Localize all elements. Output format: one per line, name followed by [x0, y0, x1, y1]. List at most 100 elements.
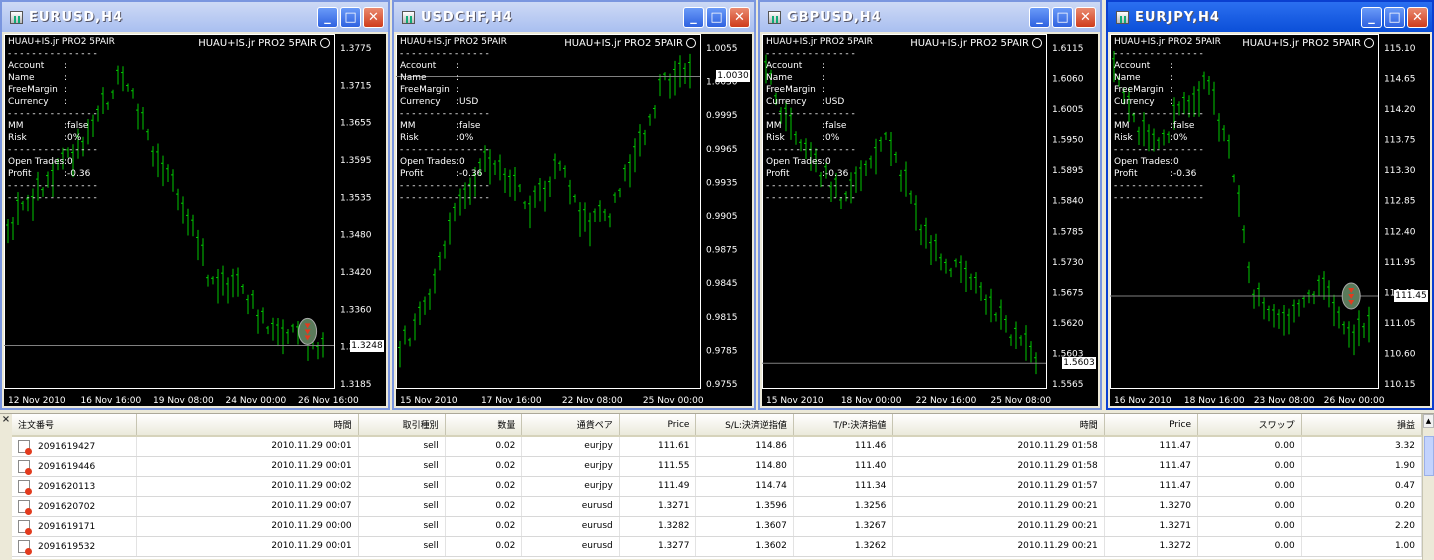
- orders-table: 注文番号 時間 取引種別 数量 通貨ペア Price S/L:決済逆指値 T/P:決済指値 時間…: [12, 414, 1423, 557]
- column-header[interactable]: 時間: [136, 414, 359, 437]
- table-cell: 1.3267: [793, 516, 894, 537]
- column-header[interactable]: 注文番号: [12, 414, 137, 437]
- minimize-icon[interactable]: _: [1029, 7, 1050, 28]
- table-row[interactable]: 2091620113 2010.11.29 00:02 sell 0.02 eurjpy…: [12, 476, 1423, 497]
- table-cell: 2091619427: [12, 436, 137, 457]
- close-icon[interactable]: ✕: [729, 7, 750, 28]
- date-tick-label: 16 Nov 16:00: [81, 396, 142, 406]
- table-row[interactable]: 2091619532 2010.11.29 00:01 sell 0.02 eurusd…: [12, 536, 1423, 557]
- column-header[interactable]: 数量: [445, 414, 523, 437]
- price-chart[interactable]: 1.3775 1.3715 1.3655 1.3595 1.3535 1.3480 1.34…: [4, 34, 386, 406]
- table-row[interactable]: 2091620702 2010.11.29 00:07 sell 0.02 eurusd…: [12, 496, 1423, 517]
- info-sep: :: [822, 73, 826, 83]
- price-chart[interactable]: 1.6115 1.6060 1.6005 1.5950 1.5895 1.5840 1.57…: [762, 34, 1098, 406]
- info-key: Account: [8, 61, 45, 71]
- expert-advisor-label[interactable]: HUAU+IS.jr PRO2 5PAIR: [564, 38, 696, 49]
- vertical-scrollbar[interactable]: ▲: [1422, 414, 1434, 560]
- table-cell: 1.3271: [619, 496, 697, 517]
- scroll-thumb[interactable]: [1424, 436, 1434, 476]
- column-header[interactable]: Price: [619, 414, 697, 437]
- window-titlebar[interactable]: EURJPY,H4 _ □ ✕: [1108, 2, 1432, 32]
- chart-window-eurjpy[interactable]: EURJPY,H4 _ □ ✕ 115.10 114.65 114.20 113.75 113.…: [1106, 0, 1434, 410]
- table-cell: 2091619171: [12, 516, 137, 537]
- price-tick-label: 0.9845: [706, 279, 738, 289]
- terminal-close-icon[interactable]: ×: [0, 414, 12, 560]
- table-cell: 2091619532: [12, 536, 137, 557]
- info-key: FreeMargin: [766, 85, 816, 95]
- close-icon[interactable]: ✕: [1407, 7, 1428, 28]
- price-tick-label: 1.5785: [1052, 227, 1084, 237]
- maximize-icon[interactable]: □: [340, 7, 361, 28]
- info-currency: Currency:: [8, 96, 115, 108]
- maximize-icon[interactable]: □: [1052, 7, 1073, 28]
- close-icon[interactable]: ✕: [1075, 7, 1096, 28]
- table-cell: 0.02: [445, 476, 523, 497]
- minimize-icon[interactable]: _: [683, 7, 704, 28]
- price-tick-label: 114.20: [1384, 105, 1416, 115]
- column-header[interactable]: S/L:決済逆指値: [695, 414, 794, 437]
- table-cell: eurusd: [521, 496, 620, 517]
- info-sep: :: [822, 61, 826, 71]
- price-tick-label: 113.30: [1384, 166, 1416, 176]
- info-value: false: [459, 121, 481, 131]
- table-cell: 111.47: [1104, 476, 1199, 497]
- current-price-label: 1.3248: [350, 339, 384, 352]
- minimize-icon[interactable]: _: [1361, 7, 1382, 28]
- column-header[interactable]: 損益: [1301, 414, 1423, 437]
- maximize-icon[interactable]: □: [1384, 7, 1405, 28]
- panel-separator: - - - - - - - - - - - - - - -: [1114, 49, 1203, 59]
- chart-window-gbpusd[interactable]: GBPUSD,H4 _ □ ✕ 1.6115 1.6060 1.6005 1.5950 1.58…: [758, 0, 1102, 410]
- minimize-icon[interactable]: _: [317, 7, 338, 28]
- chart-window-usdchf[interactable]: USDCHF,H4 _ □ ✕ 1.0055 1.0030 0.9995 0.9965 0.99…: [392, 0, 756, 410]
- column-header[interactable]: スワップ: [1197, 414, 1302, 437]
- info-key: Risk: [8, 133, 27, 143]
- info-sep: :: [64, 97, 68, 107]
- info-value: -0.36: [825, 169, 849, 179]
- info-currency: Currency:: [1114, 96, 1221, 108]
- column-header[interactable]: 時間: [892, 414, 1105, 437]
- table-cell: 1.3596: [695, 496, 794, 517]
- expert-advisor-label[interactable]: HUAU+IS.jr PRO2 5PAIR: [910, 38, 1042, 49]
- panel-separator: - - - - - - - - - - - - - - -: [8, 109, 97, 119]
- column-header[interactable]: T/P:決済指値: [793, 414, 894, 437]
- price-tick-label: 1.3775: [340, 44, 372, 54]
- scroll-up-icon[interactable]: ▲: [1423, 414, 1434, 428]
- table-row[interactable]: 2091619427 2010.11.29 00:01 sell 0.02 eurjpy…: [12, 436, 1423, 457]
- column-header[interactable]: Price: [1104, 414, 1199, 437]
- window-titlebar[interactable]: GBPUSD,H4 _ □ ✕: [760, 2, 1100, 32]
- info-key: Name: [1114, 73, 1141, 83]
- ticket-number: 2091620702: [38, 501, 96, 512]
- table-cell: 2091620113: [12, 476, 137, 497]
- info-key: MM: [400, 121, 416, 131]
- price-chart[interactable]: 115.10 114.65 114.20 113.75 113.30 112.85 112.…: [1110, 34, 1430, 406]
- info-sep: :: [64, 73, 68, 83]
- date-tick-label: 25 Nov 08:00: [990, 396, 1051, 406]
- price-chart[interactable]: 1.0055 1.0030 0.9995 0.9965 0.9935 0.9905 0.98…: [396, 34, 752, 406]
- chart-window-eurusd[interactable]: EURUSD,H4 _ □ ✕ 1.3775 1.3715 1.3655 1.3595 1.35…: [0, 0, 390, 410]
- price-tick-label: 112.40: [1384, 227, 1416, 237]
- price-tick-label: 0.9785: [706, 346, 738, 356]
- window-titlebar[interactable]: EURUSD,H4 _ □ ✕: [2, 2, 388, 32]
- order-ticket-icon: [18, 539, 32, 555]
- table-cell: 111.40: [793, 456, 894, 477]
- column-header[interactable]: 通貨ペア: [521, 414, 620, 437]
- table-cell: 1.00: [1301, 536, 1423, 557]
- close-icon[interactable]: ✕: [363, 7, 384, 28]
- column-header[interactable]: 取引種別: [358, 414, 446, 437]
- price-tick-label: 111.05: [1384, 319, 1416, 329]
- price-tick-label: 1.5730: [1052, 258, 1084, 268]
- table-cell: 0.00: [1197, 436, 1302, 457]
- table-row[interactable]: 2091619446 2010.11.29 00:01 sell 0.02 eurjpy…: [12, 456, 1423, 477]
- expert-advisor-label[interactable]: HUAU+IS.jr PRO2 5PAIR: [1242, 38, 1374, 49]
- info-profit: Profit: -0.36: [400, 168, 507, 180]
- table-cell: 2010.11.29 00:01: [136, 456, 359, 477]
- table-cell: 1.90: [1301, 456, 1423, 477]
- info-name: Name:: [8, 72, 115, 84]
- table-cell: 0.20: [1301, 496, 1423, 517]
- expert-advisor-label[interactable]: HUAU+IS.jr PRO2 5PAIR: [198, 38, 330, 49]
- table-row[interactable]: 2091619171 2010.11.29 00:00 sell 0.02 eurusd…: [12, 516, 1423, 537]
- expert-name: HUAU+IS.jr PRO2 5PAIR: [198, 38, 317, 49]
- price-tick-label: 115.10: [1384, 44, 1416, 54]
- window-titlebar[interactable]: USDCHF,H4 _ □ ✕: [394, 2, 754, 32]
- maximize-icon[interactable]: □: [706, 7, 727, 28]
